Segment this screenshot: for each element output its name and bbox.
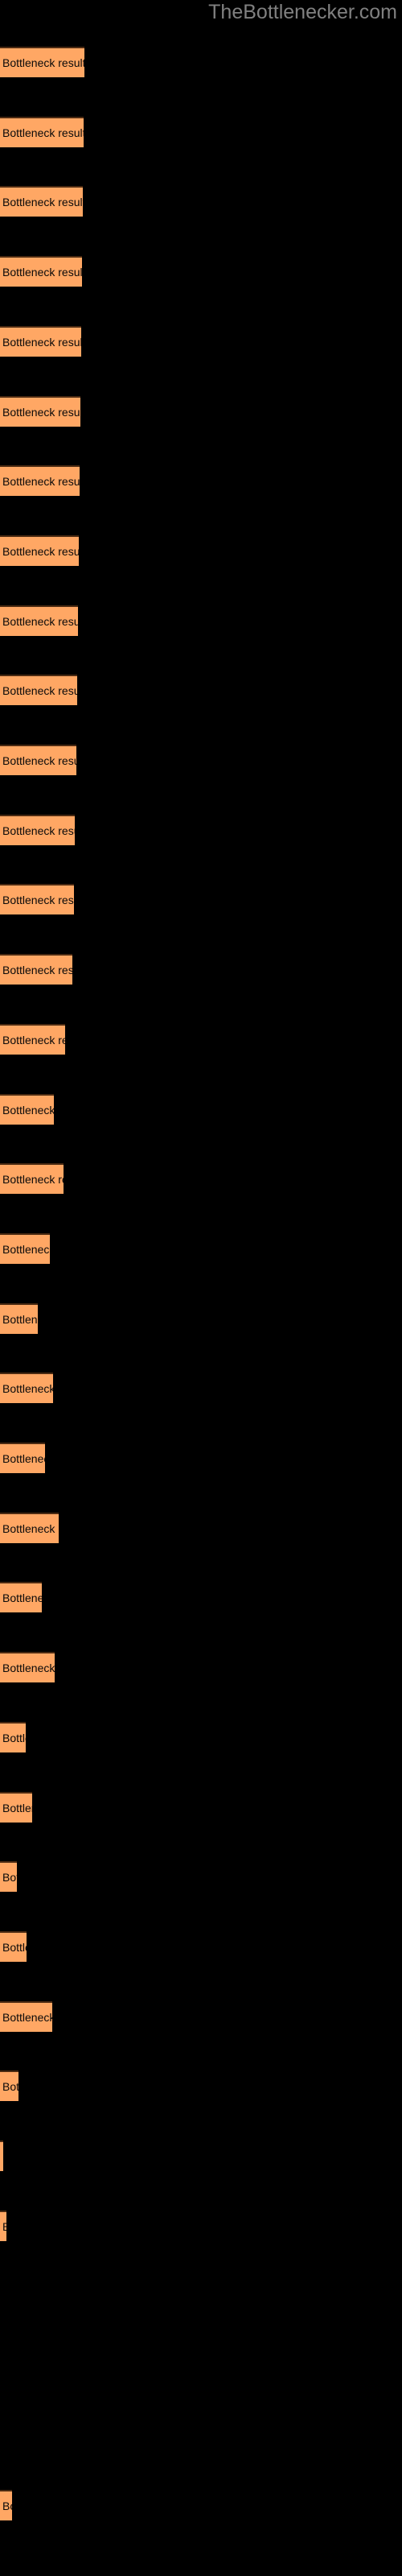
bar[interactable]: Bottleneck result bbox=[0, 325, 81, 357]
bar[interactable]: Bottleneck result bbox=[0, 605, 78, 636]
bar[interactable]: Bottleneck result bbox=[0, 116, 84, 147]
bar-label: Bottleneck result bbox=[2, 196, 83, 209]
bar[interactable]: Bottleneck result bbox=[0, 465, 80, 497]
bar[interactable]: Bottleneck result bbox=[0, 1023, 65, 1055]
bar-label: Bottleneck result bbox=[2, 126, 84, 139]
bar[interactable]: Bottleneck result bbox=[0, 2210, 6, 2241]
bar[interactable]: Bottleneck result bbox=[0, 675, 77, 706]
bars-container: Bottleneck result Bottleneck result Bottle… bbox=[0, 0, 402, 2576]
bar-label: Bottleneck result bbox=[2, 1173, 64, 1187]
bar[interactable]: Bottleneck result bbox=[0, 1861, 17, 1893]
bar-label: Bottleneck result bbox=[2, 2499, 12, 2512]
bar-label: Bottleneck result bbox=[2, 1521, 59, 1535]
bar[interactable]: Bottleneck result bbox=[0, 954, 72, 985]
bar-label: Bottleneck result bbox=[2, 266, 82, 279]
bar-label: Bottleneck result bbox=[2, 754, 76, 767]
bar[interactable]: Bottleneck result bbox=[0, 1093, 54, 1125]
bottleneck-chart: TheBottlenecker.com Bottleneck result Bot… bbox=[0, 0, 402, 2576]
bar[interactable]: Bottleneck result bbox=[0, 2140, 3, 2171]
bar-label: Bottleneck result bbox=[2, 1731, 26, 1744]
bar-label: Bottleneck result bbox=[2, 824, 75, 837]
bar-label: Bottleneck result bbox=[2, 1103, 54, 1117]
bar[interactable]: Bottleneck result bbox=[0, 1582, 42, 1613]
bar[interactable]: Bottleneck result bbox=[0, 1443, 45, 1473]
bar-label: Bottleneck result bbox=[2, 2010, 52, 2024]
bar-label: Bottleneck result bbox=[2, 56, 84, 69]
bar[interactable]: Bottleneck result bbox=[0, 186, 83, 217]
bar-label: Bottleneck result bbox=[2, 1312, 38, 1326]
bar[interactable]: Bottleneck result bbox=[0, 1302, 38, 1334]
bar-label: Bottleneck result bbox=[2, 614, 78, 628]
bar[interactable]: Bottleneck result bbox=[0, 2000, 52, 2032]
bar-label: Bottleneck result bbox=[2, 1033, 65, 1046]
bar[interactable]: Bottleneck result bbox=[0, 1163, 64, 1195]
bar[interactable]: Bottleneck result bbox=[0, 1373, 53, 1404]
bar[interactable]: Bottleneck result bbox=[0, 1232, 50, 1264]
bar-label: Bottleneck result bbox=[2, 1871, 17, 1885]
bar-label: Bottleneck result bbox=[2, 335, 81, 349]
bar[interactable]: Bottleneck result bbox=[0, 884, 74, 915]
bar[interactable]: Bottleneck result bbox=[0, 1512, 59, 1543]
bar-label: Bottleneck result bbox=[2, 1801, 32, 1814]
bar[interactable]: Bottleneck result bbox=[0, 814, 75, 845]
bar-label: Bottleneck result bbox=[2, 544, 79, 558]
bar[interactable]: Bottleneck result bbox=[0, 1930, 27, 1962]
bar-label: Bottleneck result bbox=[2, 2080, 18, 2094]
bar-label: Bottleneck result bbox=[2, 1940, 27, 1954]
bar-label: Bottleneck result bbox=[2, 1382, 53, 1396]
bar-label: Bottleneck result bbox=[2, 1242, 50, 1256]
bar-label: Bottleneck result bbox=[2, 1591, 42, 1605]
bar-label: Bottleneck result bbox=[2, 2220, 6, 2233]
bar-label: Bottleneck result bbox=[2, 964, 72, 977]
bar-label: Bottleneck result bbox=[2, 475, 80, 489]
bar[interactable]: Bottleneck result bbox=[0, 2489, 12, 2520]
bar[interactable]: Bottleneck result bbox=[0, 2070, 18, 2102]
bar[interactable]: Bottleneck result bbox=[0, 47, 84, 77]
bar-label: Bottleneck result bbox=[2, 405, 80, 419]
bar[interactable]: Bottleneck result bbox=[0, 1652, 55, 1683]
bar[interactable]: Bottleneck result bbox=[0, 1721, 26, 1752]
bar[interactable]: Bottleneck result bbox=[0, 395, 80, 427]
bar-label: Bottleneck result bbox=[2, 894, 74, 907]
bar[interactable]: Bottleneck result bbox=[0, 535, 79, 566]
bar-label: Bottleneck result bbox=[2, 2150, 3, 2163]
bar[interactable]: Bottleneck result bbox=[0, 745, 76, 775]
bar-label: Bottleneck result bbox=[2, 1452, 45, 1465]
bar[interactable]: Bottleneck result bbox=[0, 256, 82, 287]
bar-label: Bottleneck result bbox=[2, 1662, 55, 1675]
bar[interactable]: Bottleneck result bbox=[0, 1791, 32, 1823]
bar-label: Bottleneck result bbox=[2, 684, 77, 698]
